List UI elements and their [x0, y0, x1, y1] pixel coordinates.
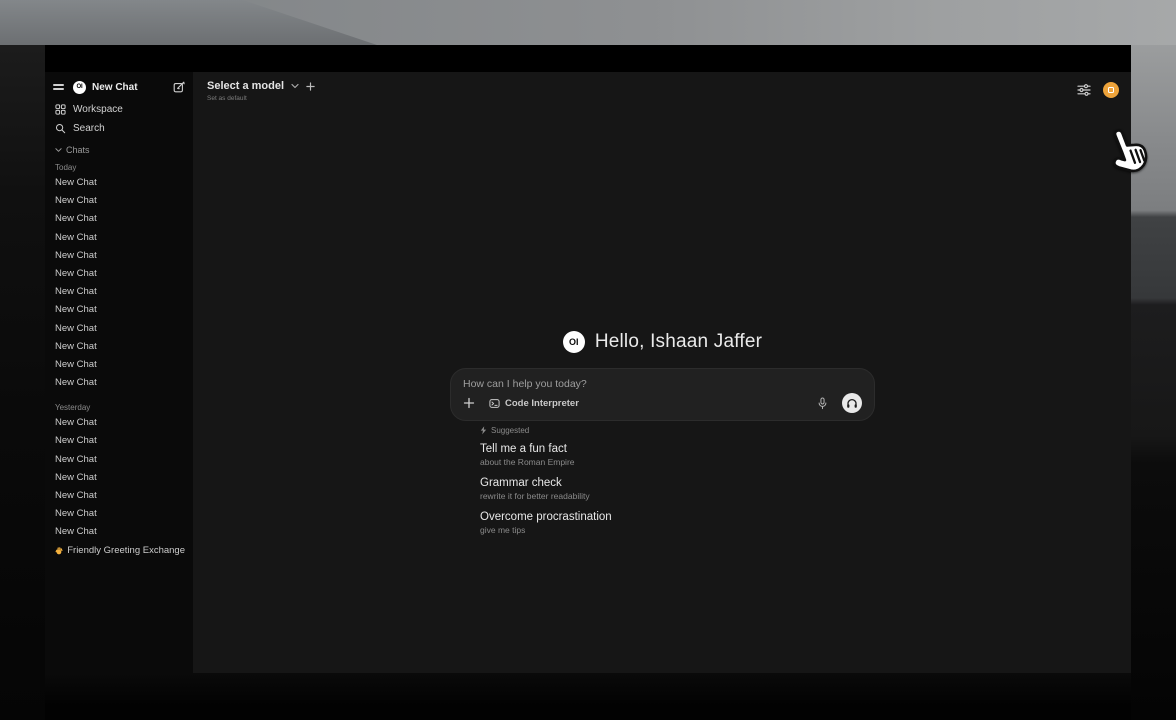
- sidebar-chat-item[interactable]: New Chat: [53, 432, 185, 450]
- app-window: OI New Chat Workspace: [45, 45, 1131, 673]
- suggested-section: Suggested Tell me a fun fact about the R…: [450, 425, 875, 536]
- sidebar-chat-item[interactable]: New Chat: [53, 374, 185, 392]
- sidebar-item-search[interactable]: Search: [53, 119, 185, 138]
- window-titlebar: [45, 45, 1131, 72]
- microphone-icon[interactable]: [817, 397, 828, 410]
- sidebar-toggle-icon[interactable]: [53, 81, 67, 93]
- sidebar-chat-item[interactable]: New Chat: [53, 487, 185, 505]
- avatar-glyph-icon: [1108, 87, 1114, 93]
- chevron-down-icon: [55, 147, 62, 153]
- suggestion-item[interactable]: Tell me a fun fact about the Roman Empir…: [480, 442, 875, 468]
- greeting-text: Hello, Ishaan Jaffer: [595, 331, 762, 353]
- sidebar-chat-item[interactable]: New Chat: [53, 338, 185, 356]
- set-as-default-link[interactable]: Set as default: [207, 95, 315, 102]
- sliders-icon[interactable]: [1077, 84, 1091, 96]
- message-composer[interactable]: How can I help you today?: [450, 368, 875, 421]
- suggestion-list: Tell me a fun fact about the Roman Empir…: [480, 442, 875, 536]
- sidebar-item-label: Workspace: [73, 104, 123, 115]
- wallpaper-top: [0, 0, 1176, 45]
- sidebar-chat-item[interactable]: New Chat: [53, 301, 185, 319]
- chat-group-list: New ChatNew ChatNew ChatNew ChatNew Chat…: [53, 414, 185, 541]
- voice-call-button[interactable]: [842, 393, 862, 413]
- suggestion-title: Grammar check: [480, 476, 875, 491]
- wave-emoji-icon: [55, 546, 63, 556]
- sidebar-chat-item[interactable]: New Chat: [53, 210, 185, 228]
- sidebar-item-workspace[interactable]: Workspace: [53, 100, 185, 119]
- model-selector[interactable]: Select a model: [207, 80, 315, 92]
- suggestion-subtitle: give me tips: [480, 525, 875, 536]
- chat-group-label: Today: [53, 160, 185, 174]
- model-selector-block: Select a model Set as default: [207, 80, 315, 102]
- sidebar-chat-item[interactable]: New Chat: [53, 283, 185, 301]
- sidebar-chat-item[interactable]: New Chat: [53, 451, 185, 469]
- suggested-label: Suggested: [491, 426, 529, 435]
- sidebar-chat-item[interactable]: New Chat: [53, 192, 185, 210]
- chats-section-label: Chats: [66, 145, 90, 155]
- chat-group-label: Yesterday: [53, 400, 185, 414]
- app-logo-icon: OI: [73, 81, 86, 94]
- chats-section-header[interactable]: Chats: [53, 144, 185, 156]
- lightning-bolt-icon: [480, 426, 487, 435]
- sidebar-chat-item[interactable]: New Chat: [53, 356, 185, 374]
- suggestion-item[interactable]: Grammar check rewrite it for better read…: [480, 476, 875, 502]
- sidebar-chat-item[interactable]: New Chat: [53, 320, 185, 338]
- grid-icon: [55, 104, 66, 115]
- sidebar-chat-item[interactable]: New Chat: [53, 229, 185, 247]
- user-avatar[interactable]: [1103, 82, 1119, 98]
- sidebar-chat-item[interactable]: New Chat: [53, 265, 185, 283]
- chat-group: Today New ChatNew ChatNew ChatNew ChatNe…: [53, 160, 185, 392]
- new-chat-icon[interactable]: [173, 81, 185, 93]
- model-selector-label: Select a model: [207, 80, 284, 92]
- chat-group: Yesterday New ChatNew ChatNew ChatNew Ch…: [53, 400, 185, 541]
- terminal-icon: [489, 398, 500, 409]
- chevron-down-icon: [291, 83, 299, 89]
- app-logo-icon: OI: [563, 331, 585, 353]
- suggestion-title: Tell me a fun fact: [480, 442, 875, 457]
- wallpaper-left: [0, 45, 45, 720]
- chat-groups: Today New ChatNew ChatNew ChatNew ChatNe…: [53, 156, 185, 542]
- wallpaper-bottom: [45, 673, 1131, 720]
- headphones-icon: [846, 398, 858, 409]
- sidebar-chat-item[interactable]: New Chat: [53, 174, 185, 192]
- plus-icon[interactable]: [306, 82, 315, 91]
- chat-title: Friendly Greeting Exchange: [67, 542, 185, 560]
- home-center: OI Hello, Ishaan Jaffer How can I help y…: [450, 327, 875, 536]
- sidebar-title: New Chat: [92, 82, 167, 93]
- message-input[interactable]: How can I help you today?: [463, 378, 862, 390]
- sidebar-chat-item[interactable]: New Chat: [53, 505, 185, 523]
- code-interpreter-toggle[interactable]: Code Interpreter: [489, 398, 579, 409]
- plus-icon[interactable]: [463, 397, 475, 409]
- suggestion-subtitle: about the Roman Empire: [480, 457, 875, 468]
- sidebar-chat-item[interactable]: New Chat: [53, 469, 185, 487]
- chat-group-list: New ChatNew ChatNew ChatNew ChatNew Chat…: [53, 174, 185, 392]
- sidebar-chat-item[interactable]: New Chat: [53, 523, 185, 541]
- wallpaper-right: [1131, 45, 1176, 720]
- suggestion-item[interactable]: Overcome procrastination give me tips: [480, 510, 875, 536]
- suggestion-title: Overcome procrastination: [480, 510, 875, 525]
- sidebar-chat-item-special[interactable]: Friendly Greeting Exchange: [53, 542, 185, 560]
- sidebar-chat-item[interactable]: New Chat: [53, 414, 185, 432]
- suggestion-subtitle: rewrite it for better readability: [480, 491, 875, 502]
- sidebar-chat-item[interactable]: New Chat: [53, 247, 185, 265]
- sidebar: OI New Chat Workspace: [45, 72, 193, 673]
- main-panel: Select a model Set as default: [193, 72, 1131, 673]
- search-icon: [55, 123, 66, 134]
- code-interpreter-label: Code Interpreter: [505, 398, 579, 409]
- desktop: OI New Chat Workspace: [0, 0, 1176, 720]
- sidebar-item-label: Search: [73, 123, 105, 134]
